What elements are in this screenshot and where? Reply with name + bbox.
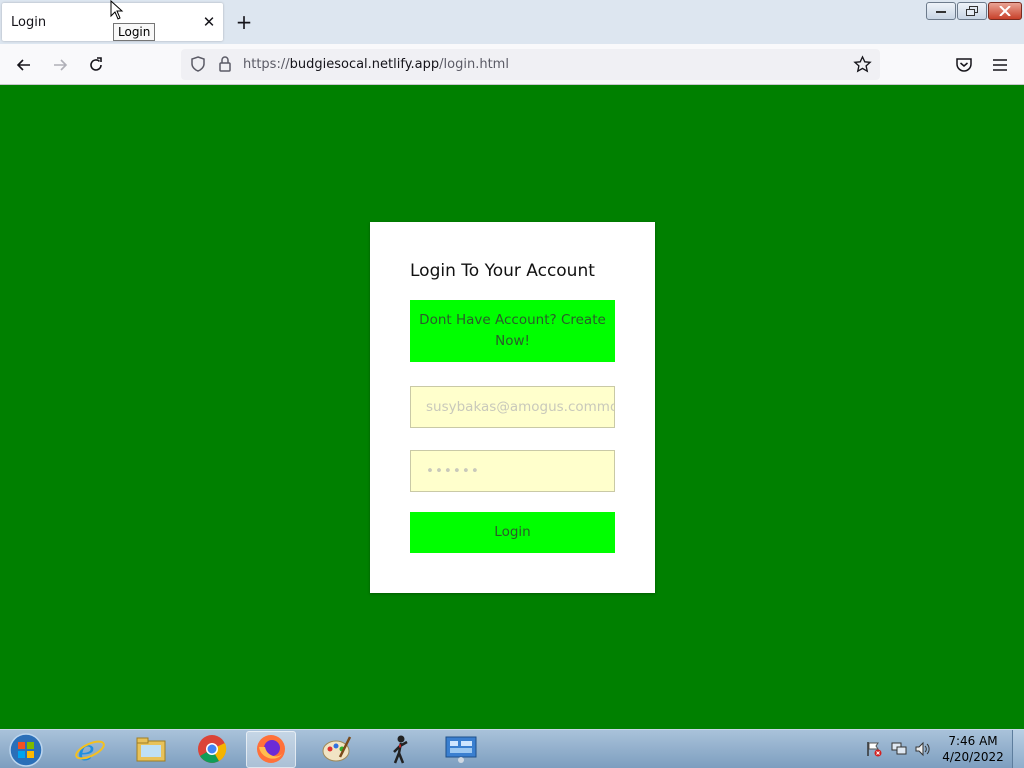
new-tab-icon[interactable]: + <box>234 12 254 32</box>
network-icon[interactable] <box>891 741 907 757</box>
chrome-icon[interactable] <box>196 733 228 765</box>
lock-icon[interactable] <box>217 55 233 73</box>
window-close-icon <box>999 6 1011 16</box>
tracking-protection-icon[interactable] <box>189 55 207 73</box>
file-explorer-icon[interactable] <box>135 733 167 765</box>
minimize-icon <box>936 11 946 13</box>
url-text[interactable]: https://budgiesocal.netlify.app/login.ht… <box>243 57 509 72</box>
control-panel-icon[interactable] <box>445 733 477 765</box>
firefox-icon[interactable] <box>255 733 287 765</box>
reload-icon[interactable] <box>86 55 106 75</box>
password-input[interactable]: •••••• <box>410 450 615 492</box>
stick-figure-app-icon[interactable] <box>384 733 416 765</box>
show-desktop-button[interactable] <box>1012 730 1024 768</box>
volume-icon[interactable] <box>915 741 931 757</box>
taskbar: e 7:46 AM 4/20/2022 <box>0 729 1024 768</box>
restore-button[interactable] <box>957 2 987 20</box>
clock-time: 7:46 AM <box>948 734 998 748</box>
address-bar[interactable]: https://budgiesocal.netlify.app/login.ht… <box>181 49 880 80</box>
login-card: Login To Your Account Dont Have Account?… <box>370 222 655 593</box>
bookmark-star-icon[interactable] <box>853 55 872 74</box>
action-center-flag-icon[interactable] <box>866 741 882 757</box>
window-controls <box>924 2 1024 22</box>
paint-icon[interactable] <box>320 733 352 765</box>
create-account-button[interactable]: Dont Have Account? Create Now! <box>410 300 615 362</box>
pocket-icon[interactable] <box>954 55 974 75</box>
browser-navbar: https://budgiesocal.netlify.app/login.ht… <box>0 44 1024 85</box>
minimize-button[interactable] <box>926 2 956 20</box>
forward-icon[interactable] <box>50 55 70 75</box>
url-prefix: https:// <box>243 57 290 72</box>
menu-icon[interactable] <box>990 55 1010 75</box>
tab-title: Login <box>11 15 47 30</box>
login-button[interactable]: Login <box>410 512 615 553</box>
window-close-button[interactable] <box>988 2 1022 20</box>
start-button-icon[interactable] <box>6 731 46 768</box>
mouse-cursor-icon <box>110 0 124 20</box>
email-input[interactable]: susybakas@amogus.commo <box>410 386 615 428</box>
internet-explorer-icon[interactable]: e <box>74 733 106 765</box>
clock-date: 4/20/2022 <box>942 750 1004 764</box>
page-title: Login To Your Account <box>410 261 595 281</box>
restore-icon <box>966 6 978 16</box>
url-host: budgiesocal.netlify.app <box>289 57 440 72</box>
tab-close-icon[interactable]: ✕ <box>200 13 218 31</box>
taskbar-clock[interactable]: 7:46 AM 4/20/2022 <box>940 733 1006 765</box>
tab-tooltip: Login <box>113 23 156 41</box>
url-path: /login.html <box>439 57 509 72</box>
back-icon[interactable] <box>14 55 34 75</box>
